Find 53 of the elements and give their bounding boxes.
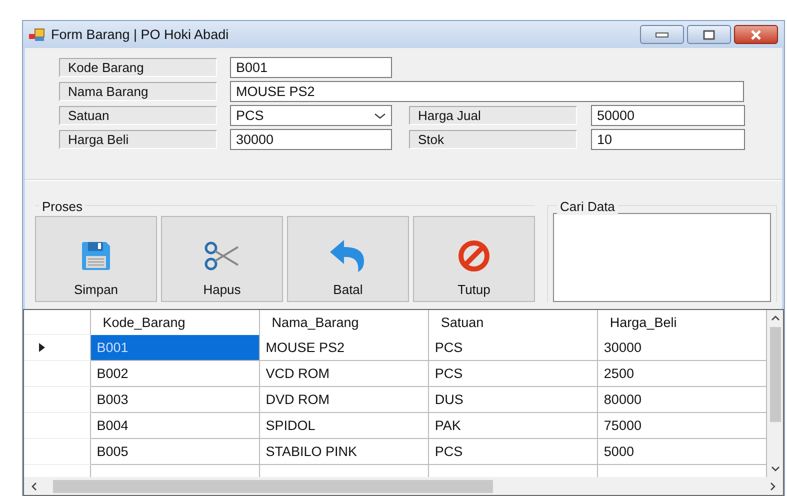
toolbar-button[interactable]: Hapus	[161, 216, 283, 302]
chevron-down-icon	[374, 112, 386, 120]
maximize-button[interactable]	[687, 25, 731, 44]
input-field[interactable]: 30000	[230, 129, 392, 150]
column-header[interactable]: Nama_Barang	[260, 310, 429, 335]
field-label: Nama Barang	[59, 82, 217, 101]
field-label: Satuan	[59, 106, 217, 125]
satuan-dropdown[interactable]: PCS	[230, 105, 392, 126]
table-cell: DVD ROM	[260, 387, 429, 413]
prohibited-icon	[457, 239, 491, 273]
field-label: Kode Barang	[59, 58, 217, 77]
scroll-left-icon[interactable]	[30, 482, 39, 490]
scroll-right-icon[interactable]	[768, 482, 777, 490]
field-label: Stok	[409, 130, 577, 149]
input-field[interactable]: MOUSE PS2	[230, 81, 744, 102]
table-cell: PCS	[428, 439, 598, 465]
horizontal-scrollbar[interactable]	[24, 477, 783, 495]
table-cell: B003	[90, 387, 260, 413]
toolbar-button[interactable]: Batal	[287, 216, 409, 302]
close-button[interactable]	[734, 25, 778, 44]
table-cell: B005	[90, 439, 260, 465]
row-pointer-icon	[38, 343, 46, 352]
group-title: Cari Data	[557, 199, 618, 215]
minimize-button[interactable]	[640, 25, 684, 44]
table-cell: PAK	[428, 413, 598, 439]
table-cell: PCS	[428, 335, 598, 361]
scissors-icon	[204, 239, 240, 273]
input-field[interactable]: B001	[230, 57, 392, 78]
input-field[interactable]: 10	[591, 129, 745, 150]
toolbar-button[interactable]: Tutup	[413, 216, 535, 302]
table-cell: B001	[90, 335, 260, 361]
field-label: Harga Jual	[409, 106, 577, 125]
maximize-icon	[703, 30, 715, 40]
close-icon	[750, 30, 762, 40]
column-header[interactable]: Satuan	[428, 310, 598, 335]
input-field[interactable]: 50000	[591, 105, 745, 126]
vertical-scrollbar[interactable]	[767, 310, 783, 477]
table-cell: B004	[90, 413, 260, 439]
table-cell: PCS	[428, 361, 598, 387]
window-icon	[29, 28, 45, 42]
row-header[interactable]	[24, 335, 91, 361]
minimize-icon	[655, 32, 669, 38]
window-title: Form Barang | PO Hoki Abadi	[51, 27, 229, 42]
table-cell: B002	[90, 361, 260, 387]
table-cell: STABILO PINK	[260, 439, 429, 465]
field-label: Harga Beli	[59, 130, 217, 149]
toolbar-button[interactable]: Simpan	[35, 216, 157, 302]
table-cell: MOUSE PS2	[260, 335, 429, 361]
table-cell: SPIDOL	[260, 413, 429, 439]
scroll-up-icon[interactable]	[770, 314, 780, 323]
table-cell: VCD ROM	[260, 361, 429, 387]
scroll-down-icon[interactable]	[770, 464, 780, 473]
table-cell: DUS	[428, 387, 598, 413]
